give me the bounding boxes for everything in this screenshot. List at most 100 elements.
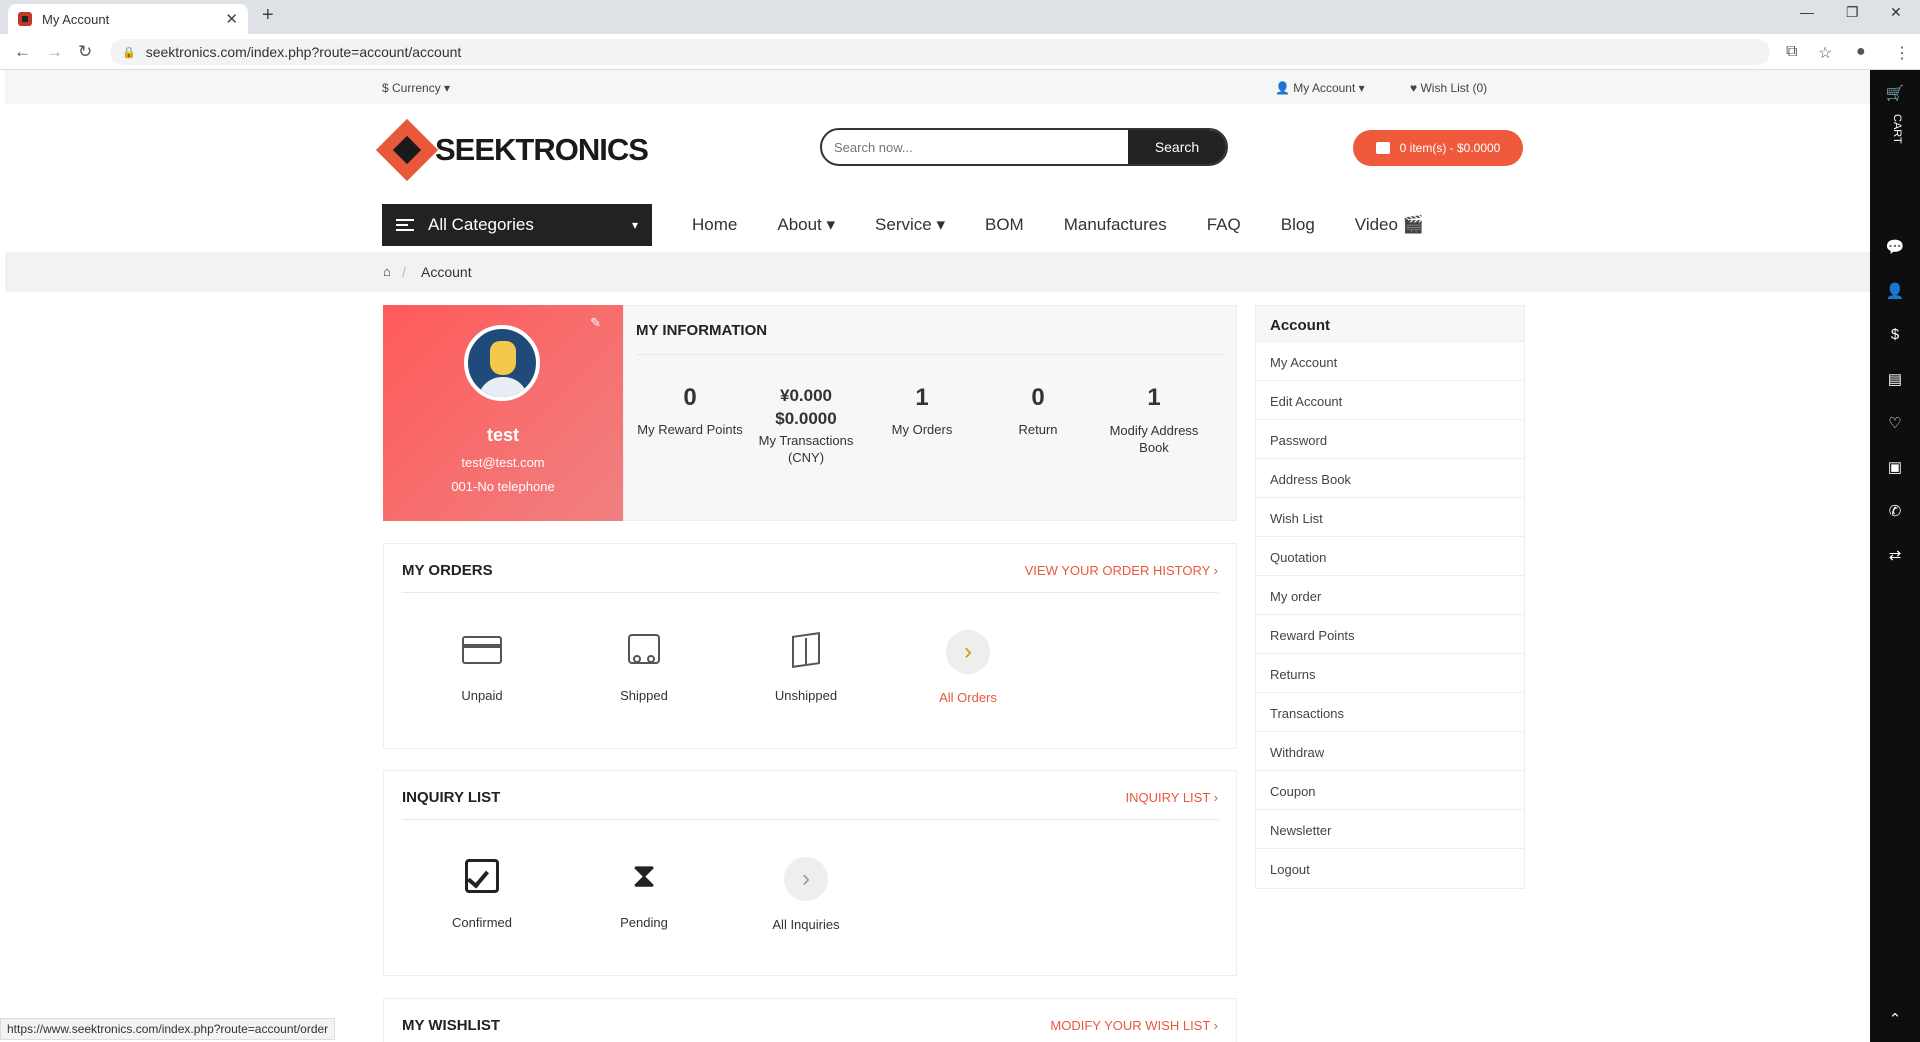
browser-tab-bar: My Account ✕ + — ❐ ✕ (0, 0, 1920, 34)
menu-item-about[interactable]: About ▾ (777, 215, 835, 235)
sidebar-item-transactions[interactable]: Transactions (1256, 693, 1524, 732)
stat-label: Modify Address Book (1109, 423, 1199, 455)
search-button[interactable]: Search (1128, 130, 1226, 164)
new-tab-icon[interactable]: + (262, 4, 274, 27)
forward-icon[interactable]: → (46, 42, 63, 62)
inquiry-pending[interactable]: ⧗ Pending (584, 859, 704, 930)
stat-value: 1 (1147, 384, 1161, 411)
profile-name: test (486, 425, 519, 445)
my-wishlist-panel: MY WISHLIST MODIFY YOUR WISH LIST › (383, 998, 1237, 1042)
chevron-right-icon: › (784, 857, 828, 901)
stat-my-orders[interactable]: 1 My Orders (864, 384, 980, 437)
orders-unpaid[interactable]: Unpaid (422, 632, 542, 703)
orders-all-label: All Orders (939, 690, 997, 705)
breadcrumb-current: Account (421, 264, 472, 280)
my-information-panel: MY INFORMATION 0 My Reward Points ¥0.000… (623, 305, 1237, 521)
user-icon[interactable]: 👤 (1870, 282, 1920, 300)
back-icon[interactable]: ← (14, 42, 31, 62)
restore-icon[interactable]: ❐ (1846, 4, 1859, 21)
chevron-down-icon: ▾ (631, 218, 638, 232)
clipboard-icon[interactable]: ▣ (1870, 458, 1920, 476)
orders-unpaid-label: Unpaid (461, 688, 503, 703)
window-close-icon[interactable]: ✕ (1890, 4, 1902, 21)
wishlist-link[interactable]: ♥ Wish List (0) (1410, 81, 1487, 95)
orders-shipped[interactable]: Shipped (584, 632, 704, 703)
orders-unshipped[interactable]: Unshipped (746, 632, 866, 703)
browser-tab[interactable]: My Account ✕ (8, 4, 248, 34)
compare-icon[interactable]: ⇄ (1870, 546, 1920, 564)
orders-all[interactable]: › All Orders (908, 630, 1028, 705)
url-text: seektronics.com/index.php?route=account/… (145, 44, 462, 60)
modify-wishlist-link[interactable]: MODIFY YOUR WISH LIST › (1050, 1018, 1218, 1033)
sidebar-item-withdraw[interactable]: Withdraw (1256, 732, 1524, 771)
package-box-icon (786, 632, 826, 668)
close-tab-icon[interactable]: ✕ (225, 10, 238, 28)
profile-icon[interactable]: ● (1856, 43, 1866, 61)
sidebar-item-newsletter[interactable]: Newsletter (1256, 810, 1524, 849)
stat-address-book[interactable]: 1 Modify Address Book (1096, 384, 1212, 456)
sidebar-item-password[interactable]: Password (1256, 420, 1524, 459)
phone-icon[interactable]: ✆ (1870, 502, 1920, 520)
sidebar-item-wish-list[interactable]: Wish List (1256, 498, 1524, 537)
sidebar-item-logout[interactable]: Logout (1256, 849, 1524, 888)
stat-transactions[interactable]: ¥0.000 $0.0000 My Transactions (CNY) (748, 386, 864, 466)
inquiry-all-label: All Inquiries (772, 917, 840, 932)
cart-icon[interactable]: 🛒 (1870, 84, 1920, 102)
profile-card: ✎ test test@test.com 001-No telephone (383, 305, 623, 521)
orders-unshipped-label: Unshipped (774, 688, 838, 703)
search-input[interactable] (822, 130, 1128, 164)
menu-dots-icon[interactable]: ⋮ (1894, 43, 1910, 63)
checkbox-checked-icon (462, 859, 502, 895)
cart-rail-label[interactable]: CART (1887, 114, 1903, 144)
menu-item-home[interactable]: Home (692, 215, 737, 235)
sidebar-item-reward-points[interactable]: Reward Points (1256, 615, 1524, 654)
menu-item-manufactures[interactable]: Manufactures (1064, 215, 1167, 235)
currency-selector[interactable]: $ Currency ▾ (382, 81, 450, 95)
minimize-icon[interactable]: — (1800, 4, 1814, 20)
inquiry-all[interactable]: › All Inquiries (746, 857, 866, 932)
document-icon[interactable]: ▤ (1870, 370, 1920, 388)
chip-logo-icon (375, 118, 439, 182)
menu-item-service[interactable]: Service ▾ (875, 215, 945, 235)
order-history-link[interactable]: VIEW YOUR ORDER HISTORY › (1025, 563, 1218, 578)
url-field[interactable]: 🔒 seektronics.com/index.php?route=accoun… (110, 39, 1770, 65)
stat-label: My Orders (891, 422, 953, 437)
address-bar: ← → ↻ 🔒 seektronics.com/index.php?route=… (0, 34, 1920, 70)
sidebar-item-coupon[interactable]: Coupon (1256, 771, 1524, 810)
site-logo[interactable]: SEEKTRONICS (375, 118, 649, 182)
sidebar-title: Account (1256, 306, 1524, 342)
sidebar-item-edit-account[interactable]: Edit Account (1256, 381, 1524, 420)
scroll-top-icon[interactable]: ⌃ (1870, 1010, 1920, 1028)
stat-label: My Reward Points (637, 422, 743, 437)
translate-icon[interactable]: ⧉ (1786, 43, 1797, 61)
profile-phone: 001-No telephone (451, 479, 555, 494)
heart-icon[interactable]: ♡ (1870, 414, 1920, 432)
all-categories-dropdown[interactable]: All Categories ▾ (382, 204, 652, 246)
sidebar-item-address-book[interactable]: Address Book (1256, 459, 1524, 498)
chat-icon[interactable]: 💬 (1870, 238, 1920, 256)
sidebar-item-my-order[interactable]: My order (1256, 576, 1524, 615)
menu-item-bom[interactable]: BOM (985, 215, 1024, 235)
inquiry-list-link[interactable]: INQUIRY LIST › (1126, 790, 1218, 805)
stat-return[interactable]: 0 Return (980, 384, 1096, 437)
sidebar-item-quotation[interactable]: Quotation (1256, 537, 1524, 576)
menu-item-faq[interactable]: FAQ (1207, 215, 1241, 235)
bookmark-star-icon[interactable]: ☆ (1818, 43, 1832, 63)
currency-icon[interactable]: $ (1870, 326, 1920, 343)
cart-button[interactable]: 0 item(s) - $0.0000 (1353, 130, 1523, 166)
truck-icon (624, 632, 664, 668)
stat-label: My Transactions (CNY) (758, 433, 854, 465)
avatar (464, 325, 540, 401)
my-account-link[interactable]: 👤 My Account ▾ (1275, 81, 1365, 95)
home-icon[interactable]: ⌂ (383, 264, 391, 279)
sidebar-item-my-account[interactable]: My Account (1256, 342, 1524, 381)
inquiry-pending-label: Pending (620, 915, 668, 930)
stat-reward-points[interactable]: 0 My Reward Points (632, 384, 748, 437)
sidebar-item-returns[interactable]: Returns (1256, 654, 1524, 693)
edit-pencil-icon[interactable]: ✎ (590, 315, 601, 331)
inquiry-list-panel: INQUIRY LIST INQUIRY LIST › Confirmed ⧗ … (383, 770, 1237, 976)
menu-item-blog[interactable]: Blog (1281, 215, 1315, 235)
reload-icon[interactable]: ↻ (78, 42, 92, 62)
menu-item-video[interactable]: Video 🎬 (1355, 215, 1424, 235)
inquiry-confirmed[interactable]: Confirmed (422, 859, 542, 930)
